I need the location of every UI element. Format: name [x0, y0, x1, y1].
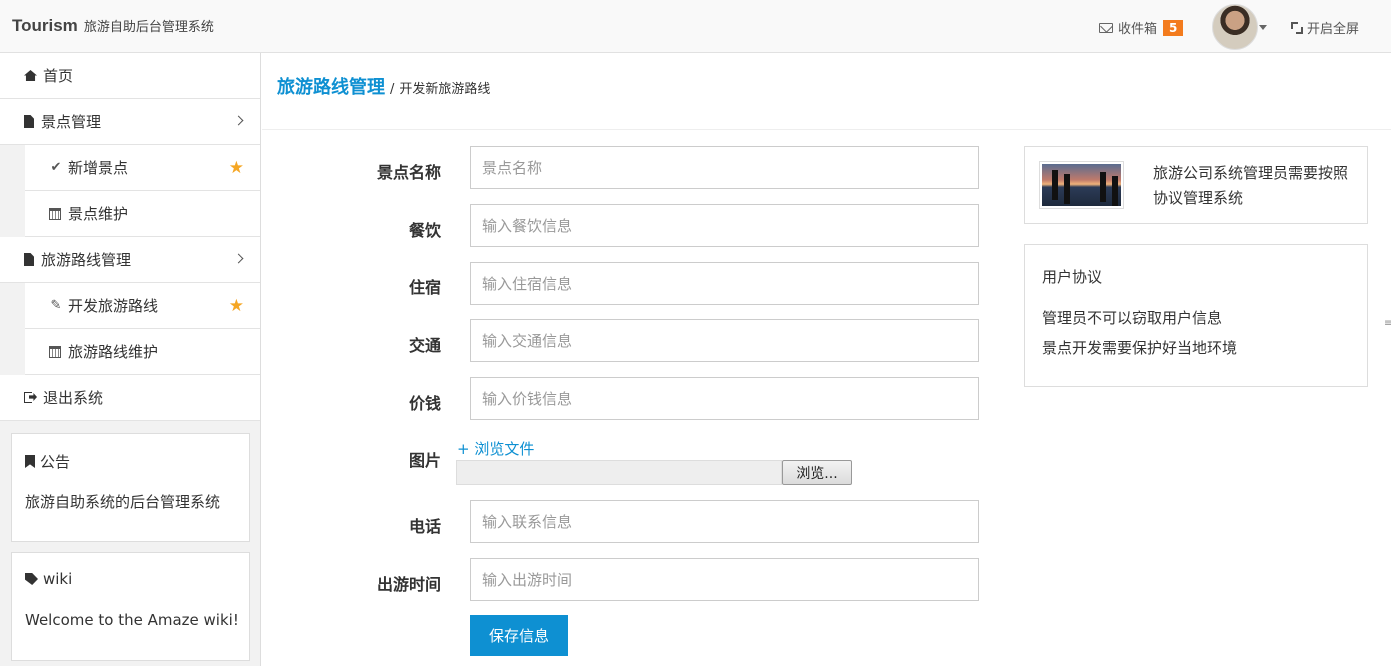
file-icon — [24, 115, 34, 128]
field-label-image: 图片 — [408, 451, 441, 470]
thumbnail-image — [1039, 161, 1124, 209]
transport-input[interactable]: 输入交通信息 — [470, 319, 979, 362]
sidebar-item-route-maintenance[interactable]: 旅游路线维护 — [25, 329, 260, 375]
chevron-right-icon — [233, 253, 244, 264]
page-subtitle: 开发新旅游路线 — [399, 82, 491, 97]
price-input[interactable]: 输入价钱信息 — [470, 377, 979, 420]
breadcrumb-separator: / — [390, 82, 395, 97]
notice-title-text: 公告 — [40, 453, 71, 471]
divider — [262, 129, 1391, 130]
field-label-phone: 电话 — [408, 517, 441, 536]
sidebar-item-add-attraction[interactable]: ✔ 新增景点 ★ — [25, 145, 260, 191]
caret-down-icon[interactable] — [1259, 25, 1267, 30]
sidebar-item-home[interactable]: 首页 — [0, 53, 260, 99]
agreement-title: 用户协议 — [1042, 268, 1103, 286]
sidebar-item-logout[interactable]: 退出系统 — [0, 375, 260, 421]
field-label-dining: 餐饮 — [408, 221, 441, 240]
inbox-label: 收件箱 — [1118, 22, 1158, 37]
sidebar-item-attraction-maintenance[interactable]: 景点维护 — [25, 191, 260, 237]
sidebar-item-label: 新增景点 — [68, 159, 129, 177]
beach-sunset-image — [1042, 164, 1121, 206]
tag-icon — [25, 573, 38, 585]
field-label-lodging: 住宿 — [408, 278, 441, 297]
agreement-line: 管理员不可以窃取用户信息 — [1042, 309, 1223, 327]
wiki-title-text: wiki — [43, 570, 73, 588]
sidebar-item-label: 开发旅游路线 — [68, 297, 159, 315]
travel-time-input[interactable]: 输入出游时间 — [470, 558, 979, 601]
file-icon — [24, 253, 34, 266]
sidebar: 首页 景点管理 ✔ 新增景点 ★ 景点维护 旅游路线管理 ✎ 开发旅游路线 ★ … — [0, 53, 261, 666]
sidebar-item-label: 首页 — [43, 67, 74, 85]
star-icon: ★ — [228, 296, 244, 316]
sign-out-icon — [24, 392, 37, 403]
brand[interactable]: Tourism 旅游自助后台管理系统 — [12, 16, 214, 36]
scrollbar-handle[interactable]: ≡ — [1384, 318, 1391, 329]
sidebar-item-label: 景点维护 — [68, 205, 129, 223]
brand-subtitle: 旅游自助后台管理系统 — [83, 20, 214, 35]
phone-input[interactable]: 输入联系信息 — [470, 500, 979, 543]
field-label-transport: 交通 — [408, 336, 441, 355]
page-title[interactable]: 旅游路线管理 — [277, 73, 385, 99]
notice-body: 旅游自助系统的后台管理系统 — [25, 493, 221, 511]
home-icon — [24, 70, 37, 81]
user-agreement-card: 用户协议 管理员不可以窃取用户信息 景点开发需要保护好当地环境 — [1024, 244, 1368, 387]
admin-note-card: 旅游公司系统管理员需要按照协议管理系统 — [1024, 146, 1368, 224]
wiki-body: Welcome to the Amaze wiki! — [25, 611, 239, 629]
fullscreen-button[interactable]: 开启全屏 — [1291, 18, 1359, 37]
chevron-right-icon — [233, 115, 244, 126]
save-button[interactable]: 保存信息 — [470, 615, 568, 656]
inbox-count-badge: 5 — [1163, 19, 1184, 36]
top-bar: Tourism 旅游自助后台管理系统 收件箱 5 开启全屏 — [0, 0, 1391, 53]
user-avatar[interactable] — [1212, 4, 1258, 50]
expand-icon — [1291, 21, 1303, 34]
file-path-field[interactable] — [456, 460, 782, 485]
field-label-attraction-name: 景点名称 — [376, 163, 441, 182]
notice-title: 公告 — [25, 451, 70, 472]
check-icon: ✔ — [50, 160, 62, 175]
sidebar-item-label: 退出系统 — [43, 389, 104, 407]
notice-panel: 公告 旅游自助系统的后台管理系统 — [11, 433, 250, 542]
dining-input[interactable]: 输入餐饮信息 — [470, 204, 979, 247]
calendar-icon — [49, 345, 61, 358]
fullscreen-label: 开启全屏 — [1307, 22, 1360, 37]
admin-note-text: 旅游公司系统管理员需要按照协议管理系统 — [1153, 164, 1349, 207]
breadcrumb: 旅游路线管理 / 开发新旅游路线 — [277, 73, 490, 99]
calendar-icon — [49, 207, 61, 220]
browse-button[interactable]: 浏览... — [782, 460, 852, 485]
agreement-line: 景点开发需要保护好当地环境 — [1042, 339, 1238, 357]
sidebar-item-label: 景点管理 — [41, 113, 102, 131]
edit-icon: ✎ — [50, 298, 62, 313]
attraction-name-input[interactable]: 景点名称 — [470, 146, 979, 189]
wiki-title: wiki — [25, 570, 72, 588]
field-label-price: 价钱 — [408, 394, 441, 413]
wiki-panel: wiki Welcome to the Amaze wiki! — [11, 552, 250, 661]
sidebar-item-routes[interactable]: 旅游路线管理 — [0, 237, 260, 283]
sidebar-item-label: 旅游路线维护 — [68, 343, 159, 361]
envelope-icon — [1099, 22, 1113, 33]
bookmark-icon — [25, 455, 35, 468]
star-icon: ★ — [228, 158, 244, 178]
sidebar-item-develop-route[interactable]: ✎ 开发旅游路线 ★ — [25, 283, 260, 329]
sidebar-item-label: 旅游路线管理 — [41, 251, 132, 269]
field-label-travel-time: 出游时间 — [376, 575, 441, 594]
inbox-link[interactable]: 收件箱 5 — [1099, 18, 1184, 37]
sidebar-item-attractions[interactable]: 景点管理 — [0, 99, 260, 145]
lodging-input[interactable]: 输入住宿信息 — [470, 262, 979, 305]
browse-file-link[interactable]: + 浏览文件 — [457, 438, 534, 459]
brand-name: Tourism — [12, 16, 78, 35]
